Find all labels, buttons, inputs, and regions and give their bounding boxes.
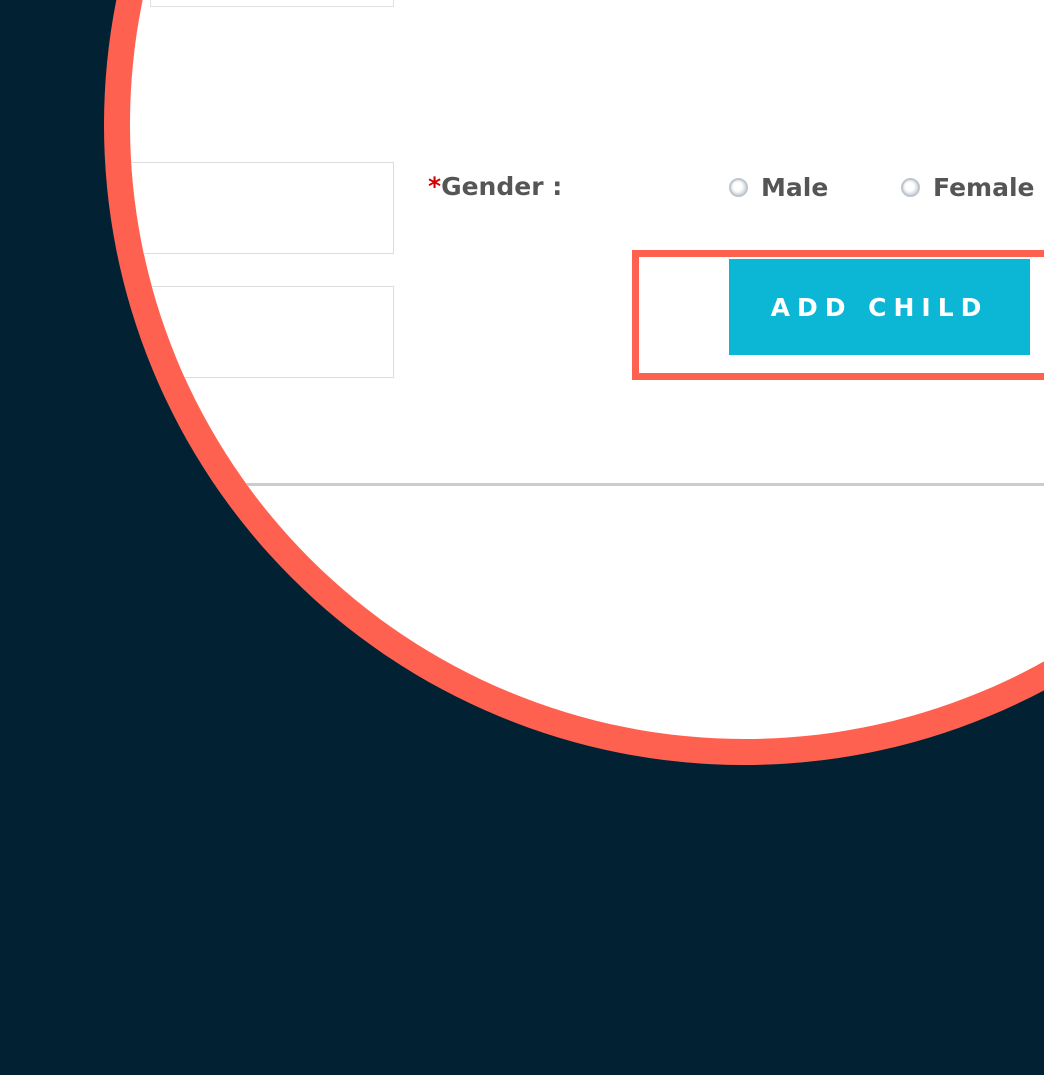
- callout-highlight-box: [632, 250, 1044, 380]
- gender-option-male[interactable]: Male: [729, 170, 828, 204]
- previous-field-edge[interactable]: [150, 0, 394, 7]
- text-field[interactable]: [130, 286, 394, 378]
- form-divider: [130, 483, 1044, 486]
- radio-button-icon[interactable]: [901, 177, 920, 197]
- radio-button-icon[interactable]: [729, 177, 748, 197]
- gender-label: *Gender :: [428, 170, 562, 204]
- gender-label-text: Gender :: [441, 172, 563, 201]
- gender-option-female[interactable]: Female: [901, 170, 1034, 204]
- tutorial-screenshot: *Gender : Male Female ADD CHILD: [0, 0, 1044, 1075]
- required-marker: *: [428, 172, 442, 201]
- text-field[interactable]: [130, 162, 394, 254]
- female-label: Female: [933, 172, 1035, 202]
- male-label: Male: [761, 172, 829, 202]
